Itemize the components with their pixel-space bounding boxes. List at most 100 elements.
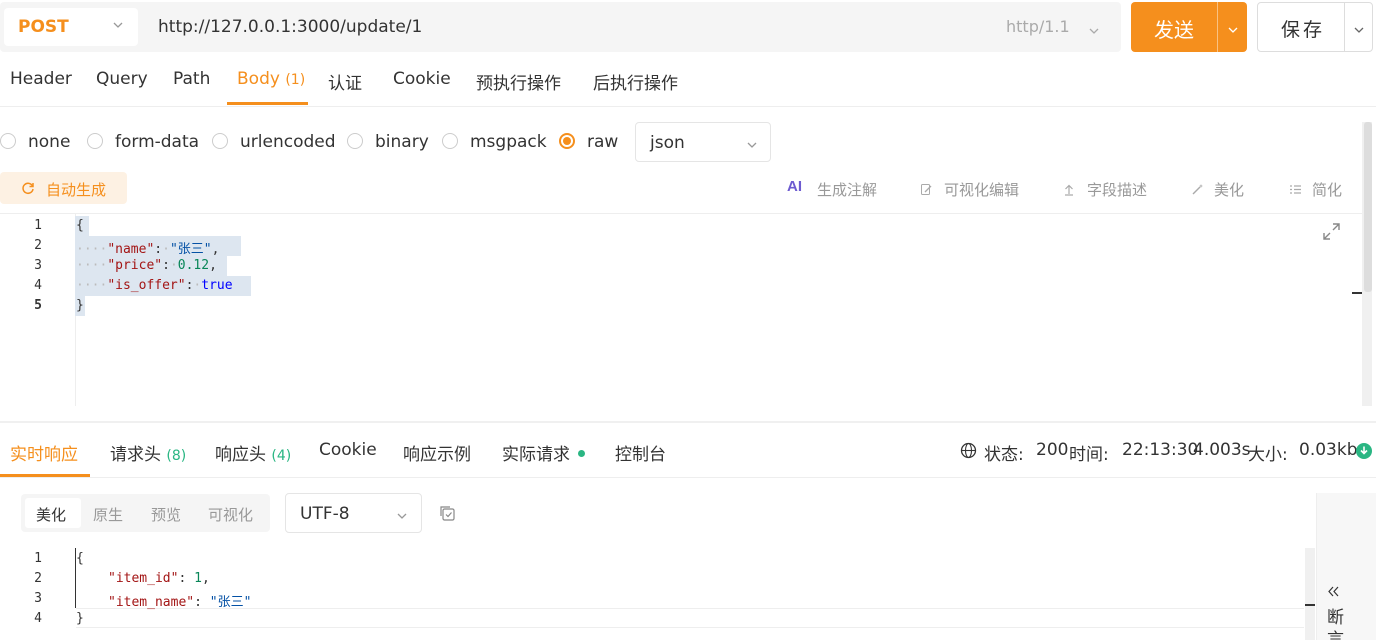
raw-format-select[interactable]: json [635,122,771,162]
code-brace: } [76,611,84,626]
tab-query[interactable]: Query [96,69,148,89]
duration-value: 4.003s [1193,440,1251,460]
tab-response-cookie[interactable]: Cookie [319,440,377,460]
encoding-select[interactable]: UTF-8 [285,493,422,533]
chevron-down-icon [396,507,408,526]
auto-generate-label[interactable]: 自动生成 [46,179,106,200]
tab-response-headers[interactable]: 响应头 (4) [215,440,291,465]
globe-icon [960,442,977,463]
tab-request-headers[interactable]: 请求头 (8) [110,440,186,465]
tab-request-headers-count: (8) [166,448,187,464]
time-value: 22:13:30 [1122,440,1199,460]
upload-icon [1063,181,1075,200]
response-scrollbar[interactable] [1305,548,1315,640]
code-line: ····"price":·0.12, [76,258,217,273]
beautify-button[interactable]: 美化 [1214,179,1244,200]
tab-cookie[interactable]: Cookie [393,69,451,89]
list-icon [1289,181,1302,200]
tab-live-response[interactable]: 实时响应 [10,440,78,465]
send-button[interactable]: 发送 [1131,2,1247,52]
method-select[interactable]: POST [4,8,138,46]
copy-icon[interactable] [439,505,456,526]
radio-urlencoded-label[interactable]: urlencoded [240,132,336,152]
url-bar: POST http://127.0.0.1:3000/update/1 http… [0,2,1121,52]
field-desc-button[interactable]: 字段描述 [1087,179,1147,200]
code-brace: { [76,218,84,233]
tab-console[interactable]: 控制台 [615,440,666,465]
scroll-marker [1352,292,1362,294]
line-number: 2 [34,238,42,253]
radio-msgpack[interactable] [442,133,458,149]
tab-auth[interactable]: 认证 [328,69,362,94]
divider [0,421,1376,423]
radio-raw-label[interactable]: raw [587,132,618,152]
save-button-label: 保存 [1281,19,1326,41]
active-tab-indicator [227,102,308,105]
url-input[interactable]: http://127.0.0.1:3000/update/1 [158,17,422,37]
ai-comment-button[interactable]: 生成注解 [817,179,877,200]
download-icon[interactable] [1356,443,1372,463]
simplify-button[interactable]: 简化 [1312,179,1342,200]
tab-header[interactable]: Header [10,69,72,89]
line-number: 4 [34,278,42,293]
divider [1217,2,1218,52]
line-number: 1 [34,218,42,233]
radio-none-label[interactable]: none [28,132,70,152]
code-string: "张三" [169,242,212,257]
assertion-label: 断言 [1327,608,1344,640]
size-value: 0.03kb [1299,440,1358,460]
refresh-icon [21,180,35,199]
line-number: 3 [34,591,42,606]
view-mode-preview[interactable]: 预览 [151,504,181,525]
assertion-panel[interactable]: 断言 [1316,493,1376,640]
radio-binary-label[interactable]: binary [375,132,429,152]
code-key: "price" [107,258,163,273]
code-number: 0.12 [177,258,210,273]
tab-response-headers-count: (4) [271,448,292,464]
divider [1344,3,1345,51]
protocol-select[interactable]: http/1.1 [1006,17,1070,36]
chevron-down-icon[interactable] [1353,21,1365,40]
save-button[interactable]: 保存 [1257,2,1373,52]
tab-path[interactable]: Path [173,69,210,89]
line-number: 2 [34,571,42,586]
code-boolean: true [201,278,233,293]
tab-post-script[interactable]: 后执行操作 [593,69,678,94]
expand-icon[interactable] [1322,222,1341,245]
editor-scrollbar-thumb[interactable] [1364,122,1372,292]
code-brace: { [76,551,84,566]
tab-body[interactable]: Body (1) [237,69,305,89]
radio-raw[interactable] [559,133,575,149]
double-chevron-left-icon[interactable] [1327,583,1340,602]
tab-actual-request[interactable]: 实际请求 [502,440,570,465]
tab-response-headers-label: 响应头 [215,445,266,465]
tab-response-example[interactable]: 响应示例 [403,440,471,465]
radio-form-data[interactable] [87,133,103,149]
chevron-down-icon[interactable] [1227,21,1239,40]
chevron-down-icon[interactable] [1088,22,1100,41]
radio-form-data-label[interactable]: form-data [115,132,199,152]
visual-edit-button[interactable]: 可视化编辑 [944,179,1019,200]
chevron-down-icon [746,136,758,155]
view-mode-raw[interactable]: 原生 [93,504,123,525]
ai-icon: AI [787,178,802,195]
view-mode-beautify[interactable]: 美化 [36,504,66,525]
send-button-label: 发送 [1154,18,1194,42]
code-brace: } [76,298,84,313]
radio-binary[interactable] [347,133,363,149]
line-number: 5 [34,298,42,313]
divider [0,106,1376,107]
code-line: ····"is_offer":·true [76,278,233,293]
raw-format-label: json [650,133,685,153]
radio-none[interactable] [0,133,16,149]
divider [0,477,1376,478]
view-mode-visual[interactable]: 可视化 [208,504,253,525]
request-body-editor[interactable] [75,214,1355,406]
size-label: 大小: [1248,445,1288,465]
radio-urlencoded[interactable] [212,133,228,149]
tab-body-count: (1) [285,72,306,88]
tab-pre-script[interactable]: 预执行操作 [476,69,561,94]
response-body-viewer[interactable] [75,548,1303,640]
tab-request-headers-label: 请求头 [110,445,161,465]
radio-msgpack-label[interactable]: msgpack [470,132,547,152]
